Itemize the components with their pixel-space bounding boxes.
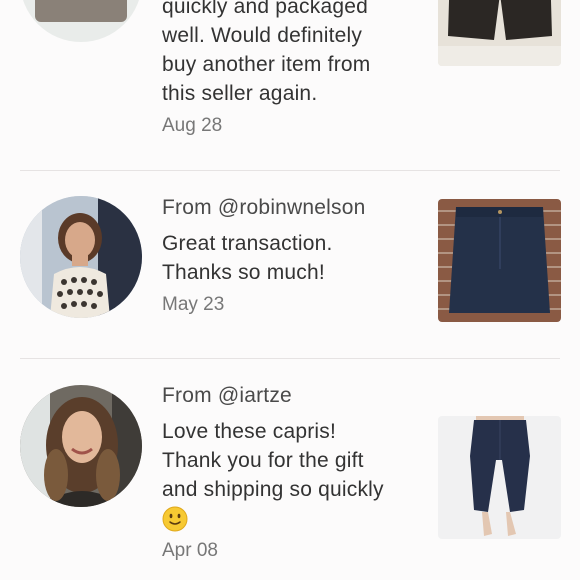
slightly-smiling-face-icon xyxy=(162,506,188,532)
reviewer-avatar[interactable] xyxy=(20,0,142,42)
navy-capris-icon xyxy=(438,416,561,539)
review-item: From @robinwnelson Great transaction. Th… xyxy=(0,170,580,358)
listing-thumbnail[interactable] xyxy=(438,416,561,539)
review-item: From @iartze Love these capris! Thank yo… xyxy=(0,358,580,580)
reviewer-username-link[interactable]: @robinwnelson xyxy=(218,196,366,219)
listing-thumbnail[interactable] xyxy=(438,199,561,322)
from-prefix: From xyxy=(162,384,212,407)
denim-skirt-icon xyxy=(438,199,561,322)
from-prefix: From xyxy=(162,196,212,219)
review-message-line: and shipping so quickly xyxy=(162,478,384,501)
review-message-line xyxy=(162,504,422,533)
reviewer-username-link[interactable]: @iartze xyxy=(218,384,292,407)
review-date: Apr 08 xyxy=(162,540,218,561)
woman-avatar-icon xyxy=(20,196,142,318)
review-message: Love these capris! Thank you for the gif… xyxy=(162,417,422,533)
review-message-line: Thank you for the gift xyxy=(162,449,364,472)
review-message: Great transaction. Thanks so much! xyxy=(162,229,422,287)
review-from: From @robinwnelson xyxy=(162,195,422,221)
review-text: quickly and packaged well. Would definit… xyxy=(162,0,422,138)
review-message-line: well. Would definitely xyxy=(162,24,363,47)
listing-thumbnail[interactable] xyxy=(438,0,561,66)
review-message: quickly and packaged well. Would definit… xyxy=(162,0,422,108)
plant-avatar-icon xyxy=(20,0,142,42)
review-text: From @iartze Love these capris! Thank yo… xyxy=(162,383,422,563)
review-date: May 23 xyxy=(162,294,225,315)
black-shorts-icon xyxy=(438,0,561,66)
review-message-line: this seller again. xyxy=(162,82,318,105)
woman-selfie-avatar-icon xyxy=(20,385,142,507)
review-text: From @robinwnelson Great transaction. Th… xyxy=(162,195,422,317)
reviewer-avatar[interactable] xyxy=(20,196,142,318)
review-from: From @iartze xyxy=(162,383,422,409)
review-message-line: quickly and packaged xyxy=(162,0,368,18)
reviews-feed: quickly and packaged well. Would definit… xyxy=(0,0,580,580)
review-message-line: Love these capris! xyxy=(162,420,337,443)
reviewer-avatar[interactable] xyxy=(20,385,142,507)
review-item: quickly and packaged well. Would definit… xyxy=(0,0,580,170)
review-message-line: buy another item from xyxy=(162,53,371,76)
review-message-line: Thanks so much! xyxy=(162,261,325,284)
review-message-line: Great transaction. xyxy=(162,232,333,255)
review-date: Aug 28 xyxy=(162,115,223,136)
